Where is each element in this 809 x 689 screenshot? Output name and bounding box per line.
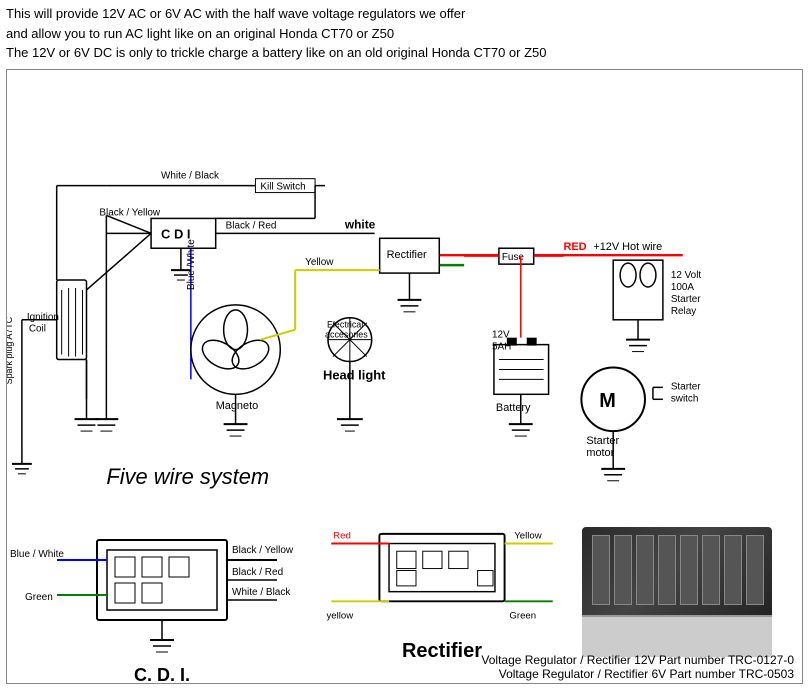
svg-text:Green: Green: [25, 592, 53, 603]
svg-text:Black / Red: Black / Red: [232, 567, 283, 578]
svg-text:M: M: [599, 390, 616, 412]
svg-text:Head light: Head light: [323, 367, 386, 382]
svg-text:Electrical: Electrical: [327, 319, 363, 329]
svg-text:Ignition: Ignition: [27, 311, 59, 322]
header-line3: The 12V or 6V DC is only to trickle char…: [6, 43, 803, 63]
svg-text:Starter: Starter: [586, 435, 619, 447]
svg-text:Black / Yellow: Black / Yellow: [232, 545, 294, 556]
svg-text:Five wire system: Five wire system: [106, 463, 269, 488]
svg-text:motor: motor: [586, 446, 614, 458]
svg-text:Yellow: Yellow: [514, 530, 541, 541]
svg-text:Battery: Battery: [496, 402, 531, 414]
part-numbers: Voltage Regulator / Rectifier 12V Part n…: [7, 653, 798, 681]
svg-text:12V: 12V: [492, 329, 510, 340]
svg-text:100A: 100A: [671, 281, 695, 292]
rectifier-photo: [582, 527, 772, 657]
svg-text:White / Black: White / Black: [161, 170, 219, 181]
svg-text:Starter: Starter: [671, 381, 701, 392]
svg-text:RED: RED: [564, 241, 587, 253]
svg-text:Black / Red: Black / Red: [226, 220, 277, 231]
svg-text:Relay: Relay: [671, 305, 696, 316]
svg-text:Coil: Coil: [29, 323, 46, 334]
svg-text:white: white: [344, 217, 376, 231]
svg-text:Blue / White: Blue / White: [10, 549, 64, 560]
svg-text:Spark plug A7TC: Spark plug A7TC: [7, 316, 14, 384]
svg-text:5AH: 5AH: [492, 341, 511, 352]
svg-text:12 Volt: 12 Volt: [671, 270, 702, 281]
svg-text:Rectifier: Rectifier: [387, 249, 427, 261]
svg-text:Magneto: Magneto: [216, 400, 259, 412]
header-line2: and allow you to run AC light like on an…: [6, 24, 803, 44]
header-text: This will provide 12V AC or 6V AC with t…: [0, 0, 809, 65]
svg-text:Green: Green: [509, 610, 536, 621]
svg-text:Kill Switch: Kill Switch: [260, 181, 305, 192]
svg-text:White / Black: White / Black: [232, 587, 291, 598]
svg-text:Starter: Starter: [671, 293, 701, 304]
svg-text:switch: switch: [671, 393, 699, 404]
five-wire-diagram: Kill Switch White / Black C D I Black / …: [7, 70, 802, 500]
svg-text:+12V Hot wire: +12V Hot wire: [593, 241, 662, 253]
main-diagram-area: Kill Switch White / Black C D I Black / …: [6, 69, 803, 684]
svg-text:yellow: yellow: [326, 610, 353, 621]
part-number-12v: Voltage Regulator / Rectifier 12V Part n…: [7, 653, 794, 667]
part-number-6v: Voltage Regulator / Rectifier 6V Part nu…: [7, 667, 794, 681]
svg-text:Red: Red: [333, 530, 351, 541]
svg-text:C D I: C D I: [161, 226, 190, 241]
svg-text:Blue /White: Blue /White: [186, 238, 197, 289]
svg-text:Yellow: Yellow: [305, 257, 334, 268]
svg-text:accesories: accesories: [325, 329, 368, 339]
header-line1: This will provide 12V AC or 6V AC with t…: [6, 4, 803, 24]
